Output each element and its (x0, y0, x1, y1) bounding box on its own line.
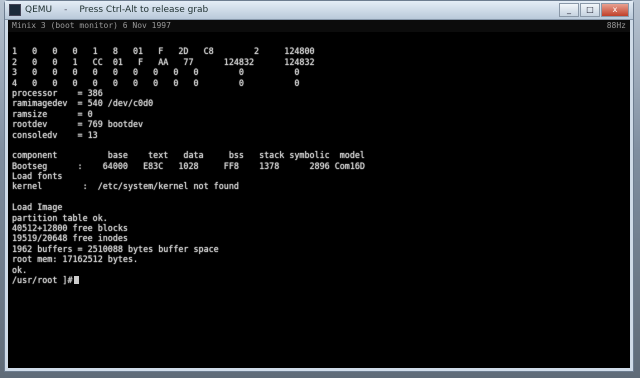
console-line: partition table ok. (12, 212, 108, 223)
text-cursor (73, 275, 79, 284)
console-line: 3 0 0 0 0 0 0 0 0 0 0 0 (12, 67, 300, 78)
console-line: 1 0 0 0 1 8 01 F 2D C8 2 124800 (12, 46, 315, 57)
console-line: 19519/20648 free inodes (12, 233, 128, 244)
minimize-button[interactable]: _ (559, 3, 579, 17)
console-line: ok. (12, 264, 28, 275)
console-line: /usr/root ]# (12, 275, 626, 285)
console-line: Load fonts (12, 171, 63, 182)
terminal-screen[interactable]: Minix 3 (boot monitor) 6 Nov 1997 88Hz 1… (8, 20, 630, 368)
emulator-window: QEMU - Press Ctrl-Alt to release grab _ … (4, 0, 634, 372)
console-line: rootdev = 769 bootdev (12, 119, 144, 130)
window-title: QEMU (25, 5, 53, 15)
console-line: Bootseg : 64000 E83C 1028 FF8 1378 2896 … (12, 160, 365, 171)
monitor-status-line: Minix 3 (boot monitor) 6 Nov 1997 88Hz (8, 20, 630, 32)
console-line: component base text data bss stack symbo… (12, 150, 365, 161)
maximize-button[interactable]: □ (580, 3, 600, 17)
console-output: 1 0 0 0 1 8 01 F 2D C8 2 124800 2 0 0 1 C… (12, 36, 626, 368)
title-separator: - (64, 5, 68, 15)
close-button[interactable]: x (601, 3, 629, 17)
console-line: 2 0 0 1 CC 01 F AA 77 124832 124832 (12, 56, 315, 67)
console-line: 1962 buffers = 2510088 bytes buffer spac… (12, 243, 219, 254)
console-line: kernel : /etc/system/kernel not found (12, 181, 239, 192)
status-right: 88Hz (606, 21, 626, 30)
console-line: root mem: 17162512 bytes. (12, 254, 139, 265)
console-line: 40512+12800 free blocks (12, 223, 128, 234)
title-bar[interactable]: QEMU - Press Ctrl-Alt to release grab _ … (5, 1, 633, 20)
console-line: consoledv = 13 (12, 129, 98, 140)
app-icon (9, 4, 21, 16)
window-subtitle: Press Ctrl-Alt to release grab (79, 5, 209, 15)
console-line: ramimagedev = 540 /dev/c0d0 (12, 98, 154, 109)
window-controls: _ □ x (559, 3, 629, 17)
status-left: Minix 3 (boot monitor) 6 Nov 1997 (12, 21, 171, 30)
console-line: ramsize = 0 (12, 108, 93, 119)
console-line: processor = 386 (12, 87, 103, 98)
console-line: Load Image (12, 202, 63, 213)
console-line: 4 0 0 0 0 0 0 0 0 0 0 0 (12, 77, 300, 88)
